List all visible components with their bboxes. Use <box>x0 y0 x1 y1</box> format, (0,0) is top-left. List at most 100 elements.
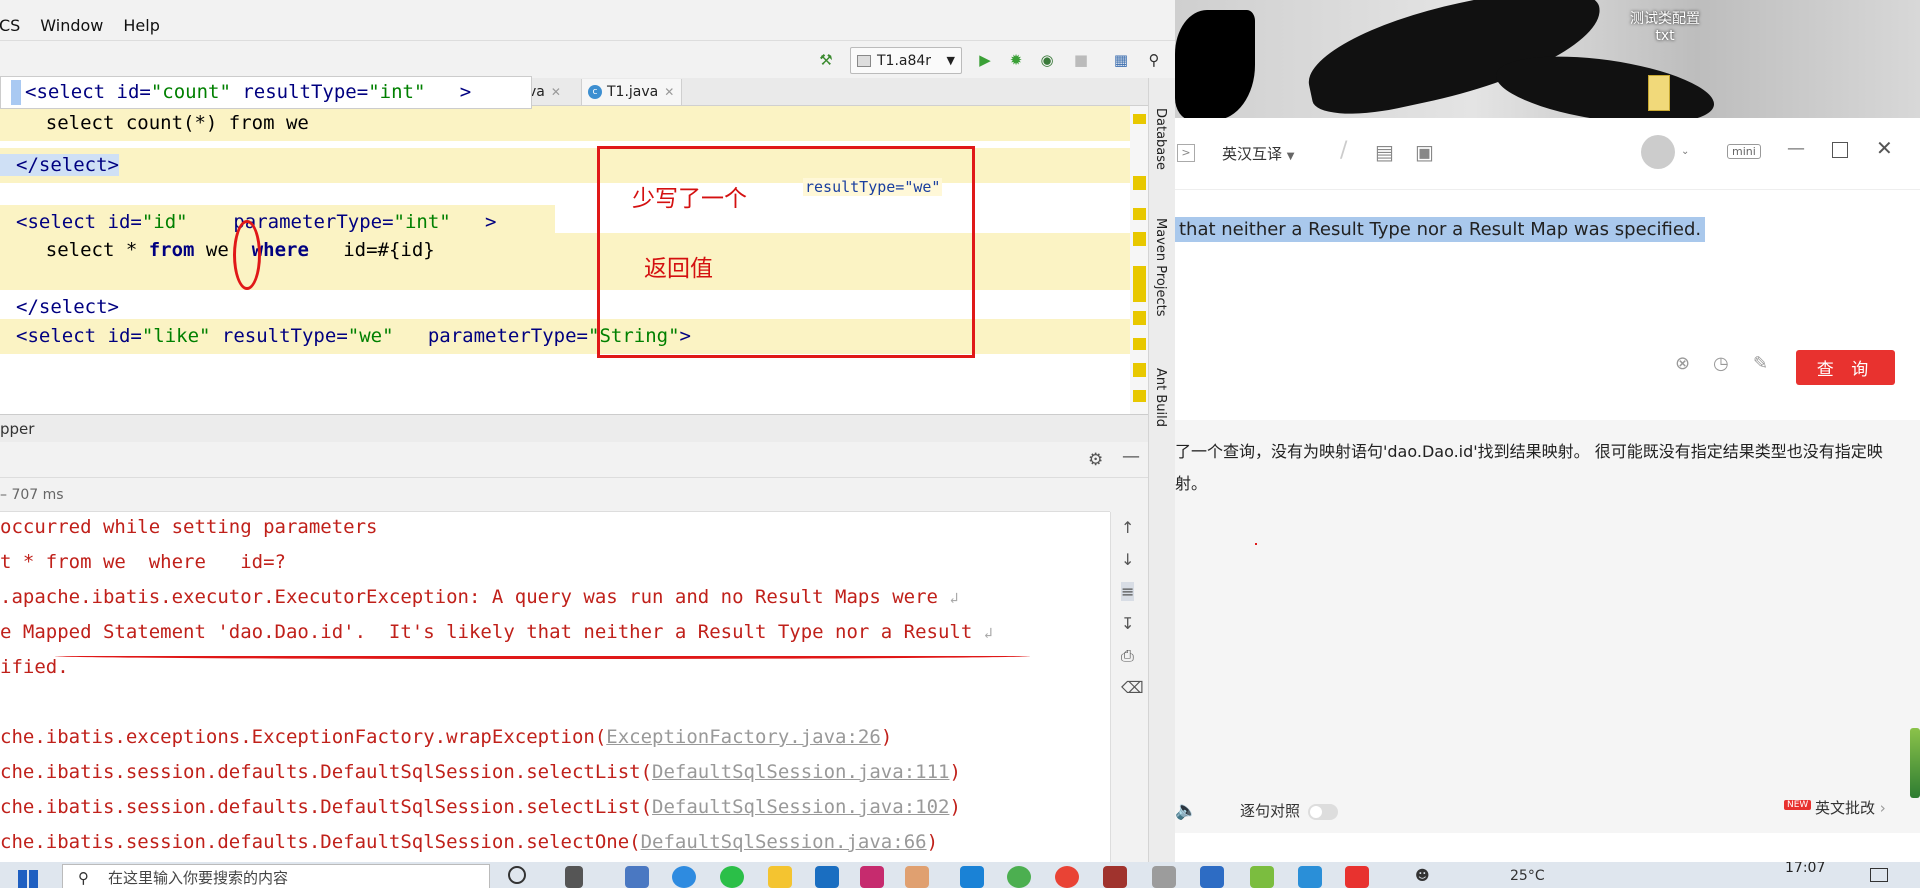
console-text: che.ibatis.session.defaults.DefaultSqlSe… <box>0 761 653 783</box>
arrow-down-icon[interactable]: ↓ <box>1121 550 1134 569</box>
warning-mark[interactable] <box>1133 390 1146 402</box>
warning-mark[interactable] <box>1133 363 1146 377</box>
soft-wrap-icon: ↲ <box>949 589 959 607</box>
close-icon[interactable]: ✕ <box>551 85 561 99</box>
chevron-down-icon: ▼ <box>946 54 955 67</box>
app-icon[interactable] <box>1200 866 1224 888</box>
windows-start-icon[interactable] <box>18 870 38 888</box>
database-tool-tab[interactable]: Database <box>1153 108 1168 170</box>
speaker-icon[interactable]: 🔈 <box>1175 800 1197 821</box>
ant-build-tool-tab[interactable]: Ant Build <box>1153 368 1168 427</box>
avatar[interactable] <box>1641 135 1675 169</box>
outlook-icon[interactable] <box>815 866 839 888</box>
coverage-icon[interactable]: ◉ <box>1036 49 1058 71</box>
translation-result-text[interactable]: 了一个查询，没有为映射语句'dao.Dao.id'找到结果映射。 很可能既没有指… <box>1175 436 1895 500</box>
source-text[interactable]: that neither a Result Type nor a Result … <box>1175 217 1706 242</box>
warning-mark[interactable] <box>1133 114 1146 124</box>
warning-mark[interactable] <box>1133 176 1146 190</box>
tab-t1-java[interactable]: c T1.java ✕ <box>582 79 682 105</box>
stacktrace-link[interactable]: DefaultSqlSession.java:102 <box>652 796 949 818</box>
trash-icon[interactable]: ⌫ <box>1121 678 1144 697</box>
error-stripe[interactable] <box>1130 106 1148 414</box>
sentence-compare-label: 逐句对照 <box>1240 802 1301 820</box>
minimize-icon[interactable]: — <box>1787 138 1805 159</box>
history-icon[interactable]: ◷ <box>1713 353 1729 374</box>
vscode-icon[interactable] <box>960 866 984 888</box>
run-config-select[interactable]: T1.a84r ▼ <box>850 47 962 74</box>
cortana-icon[interactable] <box>508 866 526 884</box>
project-structure-icon[interactable]: ▦ <box>1110 49 1132 71</box>
soft-wrap-toggle-icon[interactable]: ≡ <box>1121 582 1135 601</box>
warning-mark[interactable] <box>1133 338 1146 350</box>
desktop-file-label[interactable]: 测试类配置 txt <box>1615 8 1715 44</box>
run-icon[interactable]: ▶ <box>974 49 996 71</box>
console-line: t * from we where id=? <box>0 547 286 577</box>
folder-icon[interactable] <box>768 866 792 888</box>
stacktrace-link[interactable]: ExceptionFactory.java:26 <box>606 726 881 748</box>
app-icon[interactable] <box>1250 866 1274 888</box>
screenshot-icon[interactable]: ▣ <box>1415 140 1434 164</box>
gear-icon[interactable]: ⚙ <box>1088 450 1103 470</box>
app-icon[interactable] <box>905 866 929 888</box>
menu-help[interactable]: Help <box>123 16 159 35</box>
toggle-switch[interactable] <box>1308 803 1339 820</box>
arrow-up-icon[interactable]: ↑ <box>1121 518 1134 537</box>
mini-mode-button[interactable]: mini <box>1727 144 1761 159</box>
search-icon[interactable]: ⚲ <box>1143 49 1165 71</box>
youdao-icon[interactable] <box>1345 866 1369 888</box>
code-token: parameterType= <box>187 211 394 233</box>
minimize-icon[interactable]: — <box>1122 446 1140 467</box>
edit-icon[interactable]: ✎ <box>1753 353 1768 374</box>
wechat-icon[interactable] <box>720 866 744 888</box>
code-token: > <box>450 211 497 233</box>
warning-mark[interactable] <box>1133 232 1146 246</box>
warning-mark[interactable] <box>1133 311 1146 325</box>
intellij-icon[interactable] <box>860 866 884 888</box>
desktop-file-icon[interactable] <box>1648 75 1670 111</box>
chrome-icon[interactable] <box>1055 866 1079 888</box>
console-text: ified. <box>0 656 69 678</box>
clock[interactable]: 17:07 <box>1785 862 1825 876</box>
code-token: <select id= <box>25 81 151 103</box>
menu-window[interactable]: Window <box>40 16 103 35</box>
sentence-compare-toggle[interactable]: 逐句对照 <box>1240 800 1339 821</box>
console-text: ) <box>949 761 961 783</box>
weather-temperature[interactable]: 25°C <box>1510 868 1545 884</box>
file-manager-icon[interactable] <box>625 866 649 888</box>
console-line: .apache.ibatis.executor.ExecutorExceptio… <box>0 582 958 613</box>
console-text: .apache.ibatis.executor.ExecutorExceptio… <box>0 586 938 608</box>
maximize-icon[interactable] <box>1832 142 1848 158</box>
annotation-code-hint: resultType="we" <box>803 178 943 196</box>
document-icon[interactable]: ▤ <box>1375 140 1394 164</box>
clear-icon[interactable]: ⊗ <box>1675 353 1690 374</box>
person-icon[interactable]: ☻ <box>1415 868 1430 884</box>
app-icon[interactable] <box>1007 866 1031 888</box>
code-token: "like" <box>141 325 211 347</box>
notification-icon[interactable] <box>1870 868 1888 882</box>
browser-icon[interactable] <box>672 866 696 888</box>
stacktrace-link[interactable]: DefaultSqlSession.java:66 <box>641 831 927 853</box>
stacktrace-link[interactable]: DefaultSqlSession.java:111 <box>652 761 949 783</box>
maven-projects-tool-tab[interactable]: Maven Projects <box>1153 218 1168 317</box>
build-hammer-icon[interactable]: ⚒ <box>815 49 837 71</box>
language-select[interactable]: 英汉互译 ▼ <box>1222 143 1295 164</box>
winrar-icon[interactable] <box>1103 866 1127 888</box>
taskbar-search-input[interactable]: ⚲ 在这里输入你要搜索的内容 <box>62 864 490 888</box>
stop-icon[interactable]: ■ <box>1070 49 1092 71</box>
app-icon[interactable] <box>1152 866 1176 888</box>
scroll-to-end-icon[interactable]: ↧ <box>1121 614 1134 633</box>
close-icon[interactable]: ✕ <box>664 85 674 99</box>
chevron-down-icon[interactable]: ⌄ <box>1681 146 1689 157</box>
task-view-icon[interactable] <box>565 866 583 888</box>
english-correction-link[interactable]: 英文批改 › <box>1815 797 1886 818</box>
expand-icon[interactable]: > <box>1177 144 1195 162</box>
console-output[interactable]: occurred while setting parameters t * fr… <box>0 512 1110 862</box>
warning-mark[interactable] <box>1133 208 1146 220</box>
query-button[interactable]: 查 询 <box>1796 350 1895 385</box>
debug-icon[interactable]: ✹ <box>1005 49 1027 71</box>
close-icon[interactable]: ✕ <box>1876 136 1893 160</box>
app-icon[interactable] <box>1298 866 1322 888</box>
menu-vcs[interactable]: VCS <box>0 16 20 35</box>
print-icon[interactable]: ⎙ <box>1121 646 1134 666</box>
warning-mark[interactable] <box>1133 266 1146 302</box>
